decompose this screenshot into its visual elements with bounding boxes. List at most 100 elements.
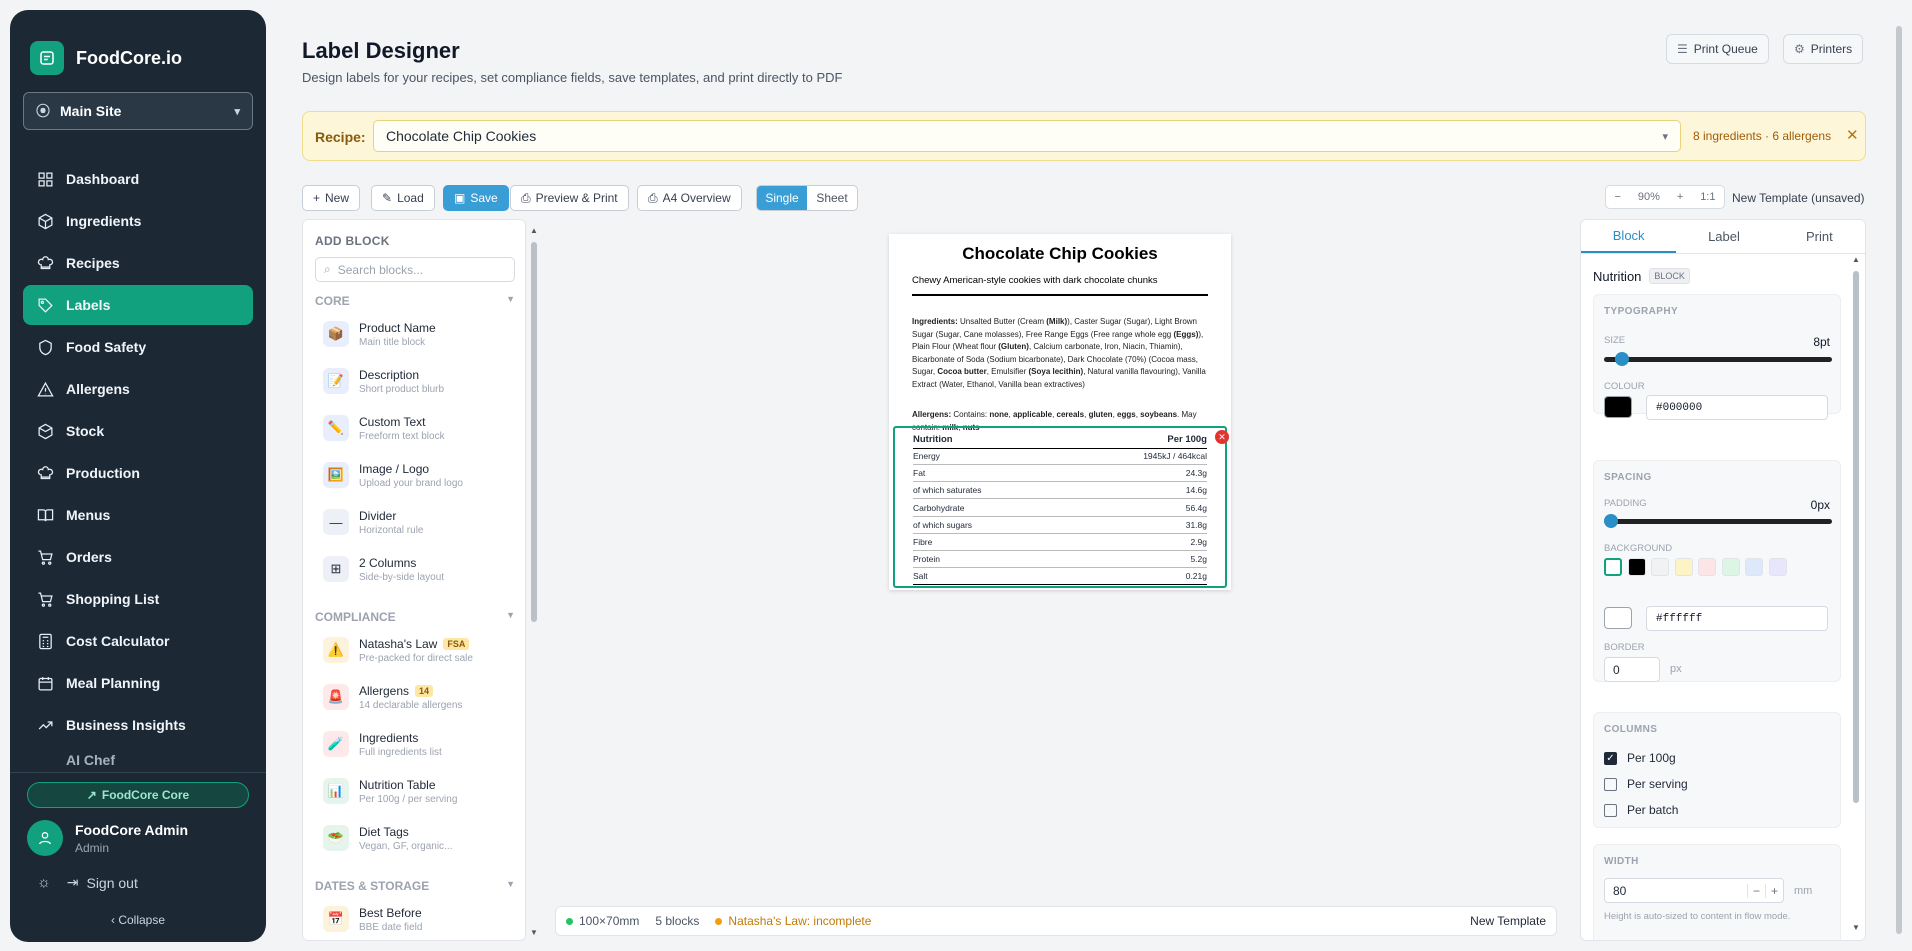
plan-badge[interactable]: ↗ FoodCore Core	[27, 782, 249, 808]
block-item-description[interactable]: 📝 Description Short product blurb	[323, 361, 513, 401]
checkbox-icon[interactable]: ✓	[1604, 751, 1617, 765]
close-icon[interactable]: ✕	[1846, 126, 1859, 144]
brand[interactable]: FoodCore.io	[30, 30, 182, 86]
scroll-up-icon[interactable]: ▲	[530, 226, 538, 235]
label-description[interactable]: Chewy American-style cookies with dark c…	[912, 275, 1158, 286]
zoom-in-button[interactable]: +	[1677, 191, 1683, 203]
background-swatch-option[interactable]	[1721, 558, 1740, 576]
preview-print-button[interactable]: ⎙ Preview & Print	[510, 185, 629, 211]
save-button[interactable]: ▣ Save	[443, 185, 509, 211]
block-item-custom-text[interactable]: ✏️ Custom Text Freeform text block	[323, 408, 513, 448]
collapse-button[interactable]: ‹ Collapse	[10, 913, 266, 927]
block-item-image-logo[interactable]: 🖼️ Image / Logo Upload your brand logo	[323, 455, 513, 495]
tab-label[interactable]: Label	[1676, 220, 1771, 253]
sidebar-item-allergens[interactable]: Allergens	[23, 369, 253, 409]
blocks-scrollbar-thumb[interactable]	[531, 242, 537, 622]
column-checkbox[interactable]: ✓ Per 100g	[1604, 751, 1676, 765]
sidebar-item-labels[interactable]: Labels	[23, 285, 253, 325]
new-button[interactable]: + New	[302, 185, 361, 211]
zoom-reset-button[interactable]: 1:1	[1700, 191, 1715, 203]
colour-hex-input[interactable]: #000000	[1646, 395, 1828, 420]
background-swatch-option[interactable]	[1651, 558, 1669, 576]
block-item-nutrition-table[interactable]: 📊 Nutrition Table Per 100g / per serving	[323, 771, 513, 811]
size-slider-handle[interactable]	[1614, 352, 1629, 366]
width-input[interactable]: 80 − +	[1604, 878, 1784, 903]
label-divider[interactable]	[912, 294, 1208, 296]
sidebar-item-dashboard[interactable]: Dashboard	[23, 159, 253, 199]
print-queue-button[interactable]: ☰ Print Queue	[1666, 34, 1769, 64]
single-mode-button[interactable]: Single	[757, 186, 807, 210]
block-item-natasha-s-law[interactable]: ⚠️ Natasha's Law FSA Pre-packed for direct …	[323, 630, 513, 670]
label-product-name[interactable]: Chocolate Chip Cookies	[889, 244, 1231, 264]
nutrition-row-value: 5.2g	[1190, 554, 1207, 565]
background-swatch-option[interactable]	[1745, 558, 1763, 576]
size-slider[interactable]	[1604, 352, 1832, 366]
properties-scrollbar-thumb[interactable]	[1853, 271, 1859, 803]
block-item-product-name[interactable]: 📦 Product Name Main title block	[323, 314, 513, 354]
background-swatch[interactable]	[1604, 607, 1632, 629]
scroll-down-icon[interactable]: ▼	[1852, 923, 1860, 932]
tab-block[interactable]: Block	[1581, 220, 1677, 253]
width-decrement-button[interactable]: −	[1747, 883, 1765, 898]
user-profile[interactable]: FoodCore Admin Admin	[27, 820, 188, 856]
block-search-input[interactable]: ⌕ Search blocks...	[315, 257, 515, 282]
printers-button[interactable]: ⚙ Printers	[1783, 34, 1864, 64]
width-unit: mm	[1794, 885, 1813, 897]
block-item-divider[interactable]: — Divider Horizontal rule	[323, 502, 513, 542]
width-increment-button[interactable]: +	[1765, 883, 1783, 898]
block-type-badge: BLOCK	[1649, 268, 1690, 284]
label-preview[interactable]: Chocolate Chip Cookies Chewy American-st…	[889, 234, 1231, 590]
padding-slider-handle[interactable]	[1604, 514, 1618, 528]
block-item-diet-tags[interactable]: 🥗 Diet Tags Vegan, GF, organic...	[323, 818, 513, 858]
scroll-down-icon[interactable]: ▼	[530, 928, 538, 937]
page-scrollbar-thumb[interactable]	[1896, 26, 1902, 934]
block-section-header[interactable]: COMPLIANCE ▼	[315, 610, 515, 624]
sidebar-item-cost-calculator[interactable]: Cost Calculator	[23, 621, 253, 661]
sheet-mode-button[interactable]: Sheet	[807, 186, 857, 210]
zoom-out-button[interactable]: −	[1614, 191, 1620, 203]
sidebar-item-business-insights[interactable]: Business Insights	[23, 705, 253, 745]
column-checkbox[interactable]: Per batch	[1604, 803, 1678, 817]
a4-overview-button[interactable]: ⎙ A4 Overview	[637, 185, 742, 211]
tab-print[interactable]: Print	[1772, 220, 1865, 253]
block-item-ingredients[interactable]: 🧪 Ingredients Full ingredients list	[323, 724, 513, 764]
colour-swatch[interactable]	[1604, 396, 1632, 418]
site-selector[interactable]: ⦿ Main Site ▾	[23, 92, 253, 130]
block-item-best-before[interactable]: 📅 Best Before BBE date field	[323, 899, 513, 939]
recipe-select[interactable]: Chocolate Chip Cookies ▾	[373, 120, 1681, 152]
border-width-input[interactable]: 0	[1604, 657, 1660, 682]
load-button[interactable]: ✎ Load	[371, 185, 435, 211]
block-item-2-columns[interactable]: ⊞ 2 Columns Side-by-side layout	[323, 549, 513, 589]
block-section-header[interactable]: CORE ▼	[315, 294, 515, 308]
sidebar-item-ingredients[interactable]: Ingredients	[23, 201, 253, 241]
background-swatch-option[interactable]	[1674, 558, 1693, 576]
sidebar-item-food-safety[interactable]: Food Safety	[23, 327, 253, 367]
scroll-up-icon[interactable]: ▲	[1852, 255, 1860, 264]
column-checkbox[interactable]: Per serving	[1604, 777, 1688, 791]
sidebar-item-stock[interactable]: Stock	[23, 411, 253, 451]
background-swatch-option[interactable]	[1627, 558, 1646, 576]
sidebar-item-shopping-list[interactable]: Shopping List	[23, 579, 253, 619]
label-ingredients[interactable]: Ingredients: Unsalted Butter (Cream (Mil…	[912, 316, 1212, 392]
label-nutrition-block[interactable]: Nutrition Per 100g Energy 1945kJ / 464kca…	[893, 426, 1229, 588]
padding-slider[interactable]	[1604, 514, 1832, 528]
checkbox-icon[interactable]	[1604, 803, 1617, 817]
sidebar-item-orders[interactable]: Orders	[23, 537, 253, 577]
block-section-header[interactable]: DATES & STORAGE ▼	[315, 879, 515, 893]
remove-block-icon[interactable]: ✕	[1215, 430, 1229, 444]
checkbox-icon[interactable]	[1604, 777, 1617, 791]
theme-toggle-icon[interactable]: ☼	[37, 874, 51, 891]
background-swatch-option[interactable]	[1768, 558, 1787, 576]
sidebar-item-meal-planning[interactable]: Meal Planning	[23, 663, 253, 703]
background-swatch-option[interactable]	[1604, 558, 1622, 576]
background-hex-input[interactable]: #ffffff	[1646, 606, 1828, 631]
page-scrollbar[interactable]	[1895, 26, 1903, 946]
properties-scrollbar[interactable]: ▲ ▼	[1852, 255, 1860, 937]
sidebar-item-production[interactable]: Production	[23, 453, 253, 493]
blocks-scrollbar[interactable]: ▲ ▼	[529, 226, 538, 938]
block-item-allergens[interactable]: 🚨 Allergens 14 14 declarable allergens	[323, 677, 513, 717]
sidebar-item-menus[interactable]: Menus	[23, 495, 253, 535]
background-swatch-option[interactable]	[1698, 558, 1716, 576]
sidebar-item-recipes[interactable]: Recipes	[23, 243, 253, 283]
sign-out-link[interactable]: Sign out	[86, 875, 137, 891]
